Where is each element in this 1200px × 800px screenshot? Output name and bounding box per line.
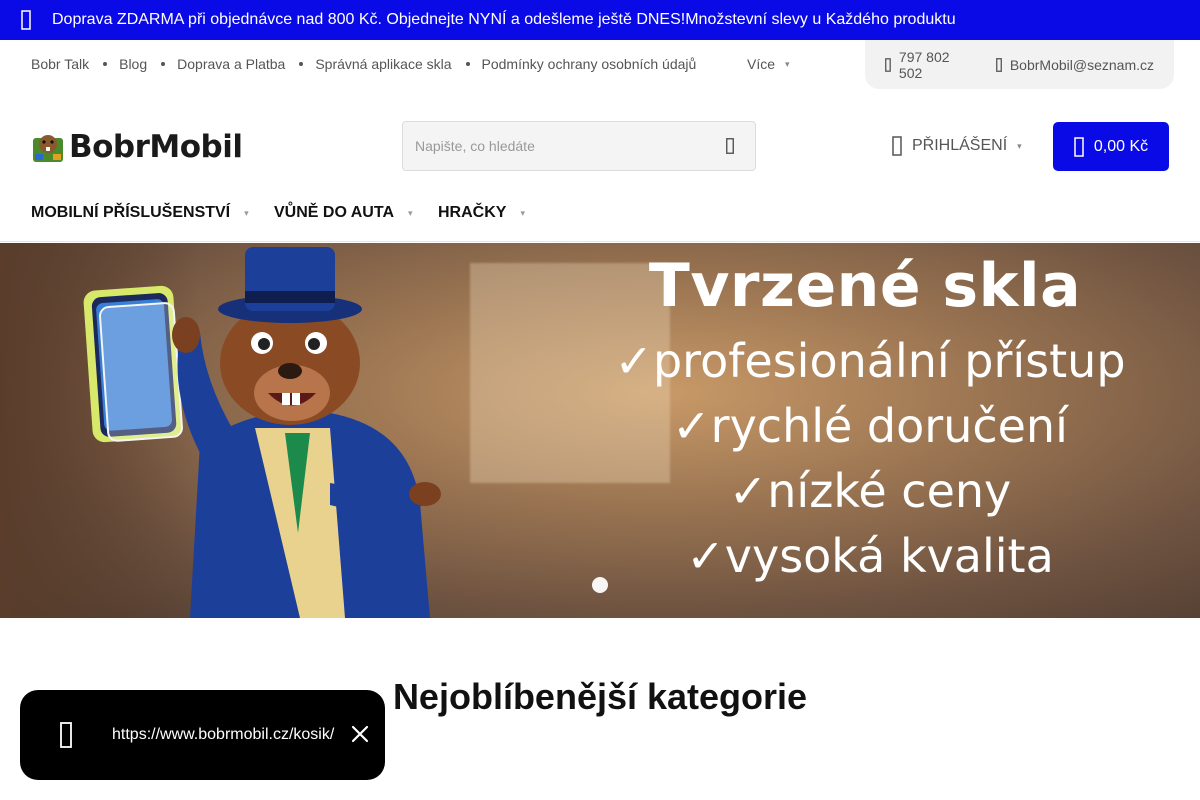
chevron-down-icon: ▾ [1017,140,1022,151]
login-dropdown[interactable]: PŘIHLÁŠENÍ ▾ [892,126,1022,166]
category-vune-do-auta[interactable]: VŮNĚ DO AUTA ▾ [274,192,413,234]
link-blog[interactable]: Blog [119,56,147,72]
user-icon [892,136,902,156]
carousel-dot[interactable] [592,577,608,593]
announcement-bar: Doprava ZDARMA při objednávce nad 800 Kč… [0,0,1200,40]
category-mobilni-prislusenstvi[interactable]: MOBILNÍ PŘÍSLUŠENSTVÍ ▾ [31,192,249,234]
more-label: Více [747,56,776,72]
site-logo[interactable]: BobrMobil [31,126,255,168]
link-bobr-talk[interactable]: Bobr Talk [31,56,89,72]
logo-text: BobrMobil [69,129,243,165]
link-preview-toast: https://www.bobrmobil.cz/kosik/ [20,690,385,780]
phone-contact[interactable]: 797 802 502 [885,49,976,81]
chevron-down-icon: ▾ [244,207,249,218]
search-icon [726,138,734,154]
link-ochrana-udaju[interactable]: Podmínky ochrany osobních údajů [482,56,697,72]
chevron-down-icon: ▾ [520,207,525,218]
close-icon [351,725,369,743]
search-button[interactable] [705,138,755,154]
category-label: MOBILNÍ PŘÍSLUŠENSTVÍ [31,204,231,221]
contact-box: 797 802 502 BobrMobil@seznam.cz [865,40,1174,89]
beaver-mascot-illustration [83,247,441,618]
hero-bullet: ✓vysoká kvalita [686,529,1054,583]
hero-headline: Tvrzené skla [648,251,1082,321]
link-aplikace-skla[interactable]: Správná aplikace skla [315,56,451,72]
hero-bullet: ✓profesionální přístup [614,334,1126,388]
utility-links: Bobr Talk Blog Doprava a Platba Správná … [31,40,696,88]
toast-icon-wrapper [20,722,112,748]
phone-icon [885,57,891,72]
phone-number: 797 802 502 [898,48,950,81]
separator-dot [161,62,166,66]
menu-icon [21,10,31,30]
hero-bullets: ✓profesionální přístup ✓rychlé doručení … [600,329,1140,589]
more-dropdown[interactable]: Více ▾ [747,40,790,88]
separator-dot [299,62,304,66]
login-label: PŘIHLÁŠENÍ [912,137,1008,154]
email-contact[interactable]: BobrMobil@seznam.cz [995,56,1154,73]
hero-bullet: ✓nízké ceny [728,464,1012,518]
category-label: HRAČKY [438,204,507,221]
cart-icon [1074,136,1084,157]
link-icon [60,722,72,748]
beaver-logo-icon [33,135,63,162]
cart-button[interactable]: 0,00 Kč [1053,122,1169,171]
separator-dot [103,62,108,66]
cart-total: 0,00 Kč [1093,137,1149,155]
chevron-down-icon: ▾ [785,58,790,69]
email-address: BobrMobil@seznam.cz [1009,56,1154,73]
category-label: VŮNĚ DO AUTA [274,204,394,221]
separator-dot [465,62,470,66]
category-hracky[interactable]: HRAČKY ▾ [438,192,525,234]
link-doprava-platba[interactable]: Doprava a Platba [177,56,285,72]
chevron-down-icon: ▾ [408,207,413,218]
announcement-text: Doprava ZDARMA při objednávce nad 800 Kč… [52,11,956,28]
email-icon [995,57,1002,72]
search-input[interactable] [403,138,705,154]
toast-close-button[interactable] [351,725,369,748]
menu-toggle-button[interactable] [0,0,52,40]
category-nav: MOBILNÍ PŘÍSLUŠENSTVÍ ▾ VŮNĚ DO AUTA ▾ H… [0,192,1200,242]
hero-banner[interactable]: Tvrzené skla ✓profesionální přístup ✓ryc… [0,243,1200,618]
phone-illustration [83,285,183,443]
search-box [402,121,756,171]
hero-bullet: ✓rychlé doručení [672,399,1068,453]
toast-url[interactable]: https://www.bobrmobil.cz/kosik/ [112,726,334,744]
utility-nav: Bobr Talk Blog Doprava a Platba Správná … [0,40,1200,90]
